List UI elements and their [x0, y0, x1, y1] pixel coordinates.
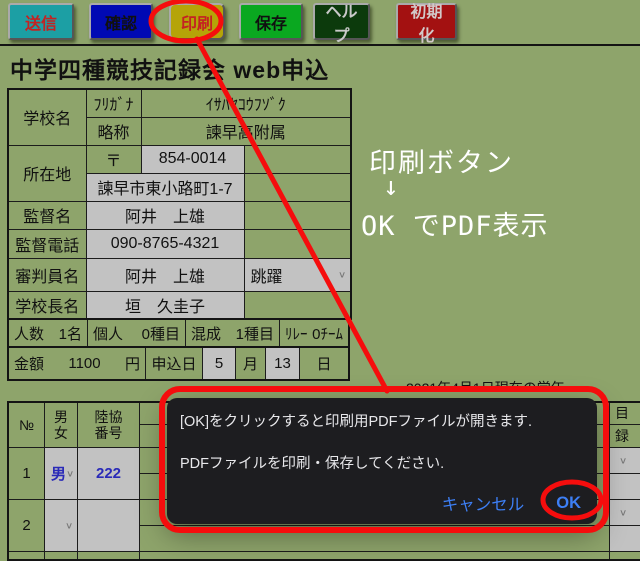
no-header: № — [9, 403, 44, 448]
principal-extra-cell — [244, 291, 351, 319]
director-extra-cell — [244, 201, 351, 229]
row1-sex-select[interactable]: 男 ∨ — [45, 448, 77, 500]
page-title: 中学四種競技記録会 web申込 — [10, 51, 329, 85]
director-name-field[interactable]: 阿井 上雄 — [86, 201, 244, 229]
judge-name-field[interactable]: 阿井 上雄 — [86, 258, 244, 291]
fee-cell: 金額 1100 円 — [9, 348, 145, 379]
row2-name-bottom-cell[interactable] — [140, 526, 609, 551]
row2-assoc-field[interactable] — [78, 500, 139, 552]
fee-amount: 1100 — [68, 355, 100, 372]
apply-day-field[interactable]: 13 — [265, 348, 299, 379]
relay-label: ﾘﾚｰ — [285, 323, 308, 344]
toolbar-separator — [0, 44, 640, 46]
row2-event-select-2[interactable] — [610, 526, 640, 551]
postal-mark: 〒 — [86, 145, 141, 173]
director-phone-field[interactable]: 090-8765-4321 — [86, 229, 244, 258]
sex-header-line2: 女 — [54, 425, 68, 441]
grade-note-partial: 2021年4月1日現在の学年 — [406, 378, 626, 389]
apply-date-label: 申込日 — [145, 348, 202, 379]
sex-header: 男 女 — [45, 403, 77, 448]
send-button[interactable]: 送信 — [8, 3, 74, 40]
abbreviation-field[interactable]: 諫早高附属 — [141, 117, 351, 145]
street-extra-cell — [244, 173, 351, 201]
furigana-field[interactable]: ｲｻﾊﾔｺｳﾌｿﾞｸ — [141, 89, 351, 117]
fee-date-row: 金額 1100 円 申込日 5 月 13 日 — [7, 348, 350, 381]
combined-events-cell: 混成 1種目 — [185, 320, 279, 346]
principal-name-field[interactable]: 垣 久圭子 — [86, 291, 244, 319]
combined-label: 混成 — [191, 323, 221, 344]
individual-events-cell: 個人 0種目 — [87, 320, 185, 346]
judge-category-value: 跳躍 — [251, 263, 283, 287]
phone-extra-cell — [244, 229, 351, 258]
assoc-header: 陸協 番号 — [78, 403, 139, 448]
web-entry-app: { "toolbar": { "buttons": [ {"label": "送… — [0, 0, 640, 536]
headcount-value: 1名 — [59, 323, 82, 344]
row1-sex-value: 男 — [51, 463, 66, 484]
judge-category-select[interactable]: 跳躍 ∨ — [244, 258, 351, 291]
annotation-down-arrow-icon: ↓ — [383, 172, 399, 202]
street-address-field[interactable]: 諫早市東小路町1-7 — [86, 173, 244, 201]
director-phone-label: 監督電話 — [8, 229, 86, 258]
fee-unit: 円 — [125, 353, 140, 374]
furigana-label: ﾌﾘｶﾞﾅ — [86, 89, 141, 117]
chevron-down-icon: ∨ — [619, 455, 627, 465]
row2-event-select-1[interactable]: ∨ — [610, 500, 640, 526]
event-header-top: 目 — [610, 403, 640, 425]
save-button[interactable]: 保存 — [239, 3, 303, 40]
month-unit-label: 月 — [235, 348, 265, 379]
print-confirmation-dialog: [OK]をクリックすると印刷用PDFファイルが開きます. PDFファイルを印刷・… — [167, 398, 597, 524]
fee-label: 金額 — [14, 353, 44, 374]
chevron-down-icon: ∨ — [65, 520, 73, 530]
postal-code-field[interactable]: 854-0014 — [141, 145, 244, 173]
event-header-bottom: 録 — [610, 425, 640, 447]
director-label: 監督名 — [8, 201, 86, 229]
toolbar: 送信 確認 印刷 保存 ヘルプ 初期化 — [8, 3, 457, 40]
initialize-button[interactable]: 初期化 — [396, 3, 457, 40]
chevron-down-icon: ∨ — [619, 507, 627, 517]
school-name-label: 学校名 — [8, 89, 86, 145]
counts-row: 人数 1名 個人 0種目 混成 1種目 ﾘﾚｰ 0ﾁｰﾑ — [7, 320, 350, 348]
row2-no: 2 — [9, 500, 44, 552]
individual-value: 0種目 — [142, 323, 180, 344]
confirm-button[interactable]: 確認 — [89, 3, 153, 40]
dialog-cancel-button[interactable]: キャンセル — [442, 491, 525, 515]
row1-assoc-value: 222 — [96, 465, 121, 482]
annotation-pdf-text: OK でPDF表示 — [361, 204, 549, 243]
headcount-cell: 人数 1名 — [9, 320, 87, 346]
application-form-table: 学校名 ﾌﾘｶﾞﾅ ｲｻﾊﾔｺｳﾌｿﾞｸ 略称 諫早高附属 所在地 〒 854-… — [7, 88, 352, 320]
row1-assoc-field[interactable]: 222 — [78, 448, 139, 500]
abbreviation-label: 略称 — [86, 117, 141, 145]
row1-event-select-2[interactable] — [610, 474, 640, 499]
judge-label: 審判員名 — [8, 258, 86, 291]
application-form: 学校名 ﾌﾘｶﾞﾅ ｲｻﾊﾔｺｳﾌｿﾞｸ 略称 諫早高附属 所在地 〒 854-… — [7, 88, 350, 381]
address-label: 所在地 — [8, 145, 86, 201]
chevron-down-icon: ∨ — [338, 269, 346, 279]
principal-label: 学校長名 — [8, 291, 86, 319]
day-unit-label: 日 — [299, 348, 348, 379]
dialog-message-1: [OK]をクリックすると印刷用PDFファイルが開きます. — [180, 410, 532, 431]
combined-value: 1種目 — [236, 323, 274, 344]
headcount-label: 人数 — [14, 323, 44, 344]
row2-sex-select[interactable]: ∨ — [45, 500, 77, 552]
dialog-message-2: PDFファイルを印刷・保存してください. — [180, 452, 444, 473]
assoc-header-line2: 番号 — [95, 425, 123, 441]
relay-value: 0ﾁｰﾑ — [312, 323, 343, 344]
dialog-ok-button[interactable]: OK — [556, 494, 581, 513]
chevron-down-icon: ∨ — [66, 468, 74, 478]
assoc-header-line1: 陸協 — [95, 409, 123, 425]
individual-label: 個人 — [93, 323, 123, 344]
row1-event-select-1[interactable]: ∨ — [610, 448, 640, 474]
relay-teams-cell: ﾘﾚｰ 0ﾁｰﾑ — [279, 320, 348, 346]
print-button[interactable]: 印刷 — [169, 3, 225, 40]
row1-no: 1 — [9, 448, 44, 500]
help-button[interactable]: ヘルプ — [313, 3, 370, 40]
dialog-buttons: キャンセル OK — [442, 491, 581, 515]
sex-header-line1: 男 — [54, 409, 68, 425]
apply-month-field[interactable]: 5 — [202, 348, 235, 379]
postal-extra-cell — [244, 145, 351, 173]
